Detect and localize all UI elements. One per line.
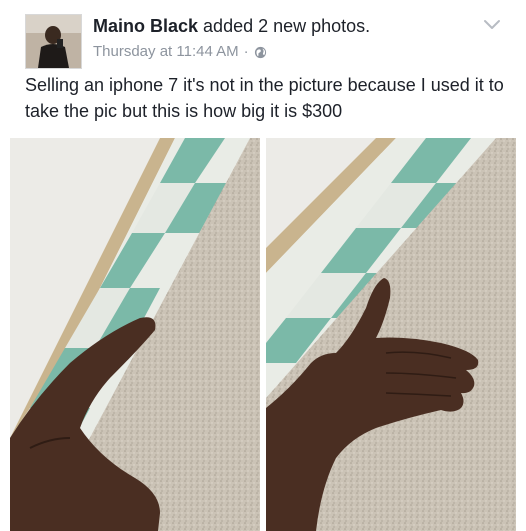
photo-right-image — [266, 138, 516, 531]
photo-left-image — [10, 138, 260, 531]
photo-right[interactable] — [266, 138, 516, 531]
timestamp[interactable]: Thursday at 11:44 AM — [93, 43, 239, 61]
globe-icon[interactable] — [254, 46, 267, 59]
avatar-image — [26, 15, 81, 68]
photo-left[interactable] — [10, 138, 260, 531]
facebook-post: Maino Black added 2 new photos. Thursday… — [0, 0, 526, 531]
post-meta: Thursday at 11:44 AM · — [93, 43, 267, 61]
chevron-down-icon[interactable] — [483, 19, 501, 31]
post-header: Maino Black added 2 new photos. — [93, 15, 370, 37]
post-action-text: added 2 new photos. — [203, 16, 371, 36]
post-message: Selling an iphone 7 it's not in the pict… — [25, 75, 504, 121]
meta-separator: · — [243, 43, 249, 60]
author-name[interactable]: Maino Black — [93, 16, 198, 36]
avatar[interactable] — [25, 14, 82, 69]
